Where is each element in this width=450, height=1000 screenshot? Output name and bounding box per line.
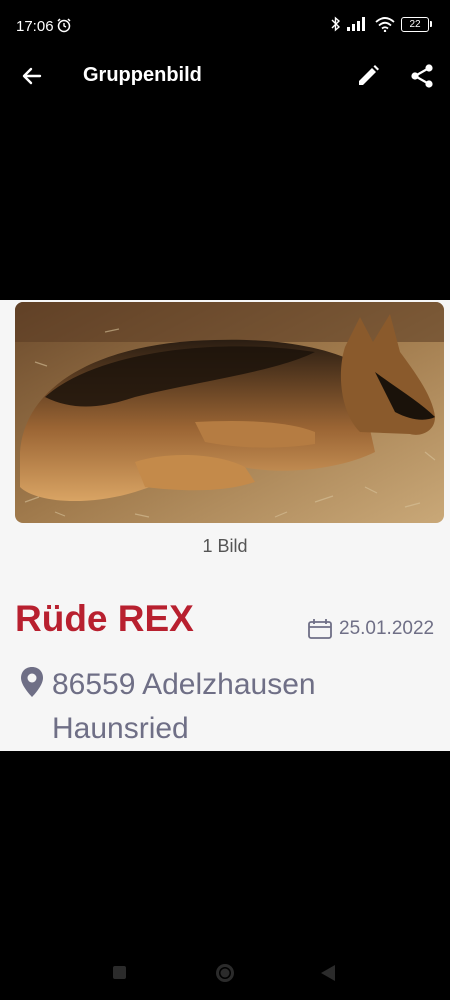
status-bar: 17:06 22 bbox=[0, 0, 450, 52]
wifi-icon bbox=[375, 16, 395, 32]
battery-tip bbox=[430, 21, 432, 27]
calendar-icon bbox=[308, 619, 332, 639]
home-button-icon[interactable] bbox=[214, 962, 236, 984]
dog-photo[interactable] bbox=[15, 302, 444, 523]
battery-level: 22 bbox=[409, 18, 421, 30]
alarm-icon bbox=[57, 18, 71, 33]
dog-card: 1 Bild Rüde REX 25.01.2022 86559 Adelzha… bbox=[0, 300, 450, 751]
post-date: 25.01.2022 bbox=[339, 618, 435, 639]
page-title: Gruppenbild bbox=[83, 64, 202, 86]
app-bar: Gruppenbild bbox=[0, 52, 450, 100]
nav-back-icon[interactable] bbox=[320, 964, 336, 982]
address-line-2: Haunsried bbox=[52, 712, 189, 745]
bluetooth-icon bbox=[331, 16, 341, 32]
recent-apps-button[interactable] bbox=[113, 966, 126, 979]
dog-photo-image bbox=[15, 302, 444, 523]
system-nav-bar bbox=[0, 948, 450, 1000]
signal-icon bbox=[347, 17, 365, 31]
dog-name: Rüde REX bbox=[15, 598, 194, 639]
address-line-1: 86559 Adelzhausen bbox=[52, 668, 316, 701]
status-icons: 22 bbox=[331, 16, 432, 32]
date-group: 25.01.2022 bbox=[307, 618, 434, 640]
location-pin-icon bbox=[21, 667, 43, 697]
battery-icon: 22 bbox=[401, 16, 429, 32]
status-time: 17:06 bbox=[16, 18, 54, 35]
edit-pencil-icon[interactable] bbox=[354, 62, 382, 90]
back-arrow-icon[interactable] bbox=[18, 62, 46, 90]
image-count: 1 Bild bbox=[202, 536, 248, 556]
share-icon[interactable] bbox=[408, 62, 436, 90]
